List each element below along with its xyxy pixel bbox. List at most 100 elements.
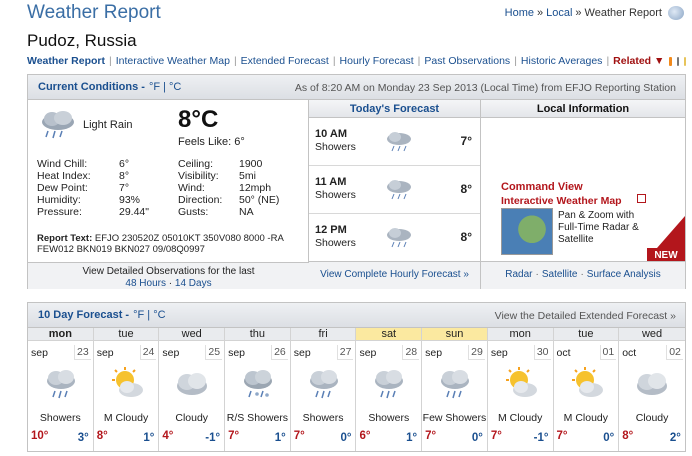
surface-analysis-link[interactable]: Surface Analysis [587, 269, 661, 280]
unit-toggle[interactable]: °F | °C [133, 309, 165, 321]
day-column[interactable]: sat sep 28 Showers 6° 1° [356, 328, 423, 451]
day-condition: Showers [368, 412, 410, 424]
print-icon[interactable] [676, 56, 679, 66]
stat-label: Ceiling: [178, 158, 214, 170]
stat-row: Pressure: 29.44" [37, 206, 149, 218]
extended-forecast-link[interactable]: View the Detailed Extended Forecast » [495, 310, 676, 322]
showers-icon [375, 370, 404, 399]
related-dropdown[interactable]: Related ▼ [613, 55, 664, 67]
hour-condition: Showers [315, 141, 356, 153]
stat-row: Heat Index: 8° [37, 170, 149, 182]
showers-icon [309, 370, 338, 399]
unit-toggle[interactable]: °F | °C [149, 81, 181, 93]
stat-label: Humidity: [37, 194, 81, 206]
stat-value: NA [239, 206, 254, 218]
stat-row: Humidity: 93% [37, 194, 149, 206]
day-date: 27 [336, 345, 354, 360]
map-thumbnail[interactable] [501, 208, 553, 255]
view-hourly-forecast-link[interactable]: View Complete Hourly Forecast » [320, 269, 469, 280]
observations-footer: View Detailed Observations for the last … [28, 262, 309, 289]
day-column[interactable]: thu sep 26 R/S Showers 7° 1° [225, 328, 291, 451]
stat-value: 50° (NE) [239, 194, 280, 206]
day-of-week: sun [422, 328, 487, 341]
day-low: -1° [205, 432, 221, 444]
hour-temp: 7° [460, 134, 472, 148]
globe-icon[interactable] [668, 6, 684, 20]
day-column[interactable]: mon sep 30 M Cloudy 7° -1° [487, 328, 554, 451]
hour-temp: 8° [460, 230, 472, 244]
day-condition: M Cloudy [563, 412, 609, 424]
day-of-week: wed [159, 328, 225, 341]
day-condition: R/S Showers [226, 412, 289, 424]
day-low: 1° [406, 432, 418, 444]
showers-icon [387, 132, 411, 152]
nav-historic-averages[interactable]: Historic Averages [521, 55, 603, 67]
day-column[interactable]: tue oct 01 M Cloudy 7° 0° [553, 328, 620, 451]
ten-day-heading: 10 Day Forecast - [38, 309, 130, 321]
stat-label: Wind Chill: [37, 158, 88, 170]
stat-row: Direction: 50° (NE) [178, 194, 279, 206]
day-low: 2° [669, 432, 681, 444]
observations-text: View Detailed Observations for the last [82, 266, 255, 277]
day-month: sep [293, 347, 311, 359]
satellite-link[interactable]: Satellite [542, 269, 578, 280]
day-month: oct [556, 347, 571, 359]
day-low: 0° [340, 432, 352, 444]
breadcrumb-home[interactable]: Home [505, 7, 534, 19]
hour-time: 11 AM [315, 176, 347, 188]
breadcrumb-local[interactable]: Local [546, 7, 572, 19]
day-column[interactable]: wed sep 25 Cloudy 4° -1° [159, 328, 226, 451]
day-date: 28 [402, 345, 420, 360]
showers-icon [441, 370, 470, 399]
day-low: 3° [77, 432, 89, 444]
separator-dot: · [168, 278, 173, 289]
radar-link[interactable]: Radar [505, 269, 532, 280]
stat-value: 29.44" [119, 206, 150, 218]
day-high: 10° [31, 430, 49, 442]
link-48-hours[interactable]: 48 Hours [125, 278, 166, 289]
report-label: Report Text: [37, 233, 93, 244]
day-date: 24 [139, 345, 157, 360]
stats-left: Wind Chill: 6° Heat Index: 8° Dew Point: 7°… [37, 158, 149, 218]
hourly-forecast-footer: View Complete Hourly Forecast » [309, 261, 480, 289]
stat-row: Dew Point: 7° [37, 182, 149, 194]
email-icon[interactable] [683, 56, 686, 66]
stat-label: Pressure: [37, 206, 82, 218]
day-column[interactable]: tue sep 24 M Cloudy 8° 1° [93, 328, 160, 451]
stat-row: Visibility: 5mi [178, 170, 279, 182]
day-column[interactable]: sun sep 29 Few Showers 7° 0° [422, 328, 488, 451]
hour-temp: 8° [460, 182, 472, 196]
stat-row: Wind: 12mph [178, 182, 279, 194]
nav-extended-forecast[interactable]: Extended Forecast [241, 55, 329, 67]
breadcrumb-separator: » [537, 7, 544, 19]
stat-row: Wind Chill: 6° [37, 158, 149, 170]
day-of-week: mon [487, 328, 553, 341]
day-column[interactable]: mon sep 23 Showers 10° 3° [28, 328, 94, 451]
command-view-title[interactable]: Command View [501, 181, 583, 193]
breadcrumb-current: Weather Report [584, 7, 662, 19]
day-of-week: mon [28, 328, 93, 341]
day-column[interactable]: fri sep 27 Showers 7° 0° [290, 328, 357, 451]
day-month: oct [622, 347, 637, 359]
nav-past-observations[interactable]: Past Observations [424, 55, 510, 67]
todays-forecast: Today's Forecast 10 AM Showers 7° 11 AM … [309, 100, 481, 289]
stat-label: Heat Index: [37, 170, 91, 182]
rss-icon[interactable] [669, 56, 672, 66]
day-column[interactable]: wed oct 02 Cloudy 8° 2° [619, 328, 685, 451]
stat-label: Wind: [178, 182, 205, 194]
link-14-days[interactable]: 14 Days [175, 278, 212, 289]
cloud-icon [177, 373, 208, 395]
stat-label: Gusts: [178, 206, 209, 218]
nav-interactive-map[interactable]: Interactive Weather Map [116, 55, 230, 67]
nav-weather-report[interactable]: Weather Report [27, 55, 105, 67]
popup-icon[interactable] [637, 194, 646, 203]
day-of-week: wed [619, 328, 685, 341]
local-information: Local Information Command View Interacti… [481, 100, 685, 289]
day-condition: M Cloudy [497, 412, 543, 424]
day-date: 23 [74, 345, 91, 360]
sun-cloud-icon [571, 367, 603, 397]
command-view-subtitle[interactable]: Interactive Weather Map [501, 195, 622, 207]
day-month: sep [490, 347, 508, 359]
nav-hourly-forecast[interactable]: Hourly Forecast [340, 55, 414, 67]
sun-cloud-icon [505, 367, 537, 397]
